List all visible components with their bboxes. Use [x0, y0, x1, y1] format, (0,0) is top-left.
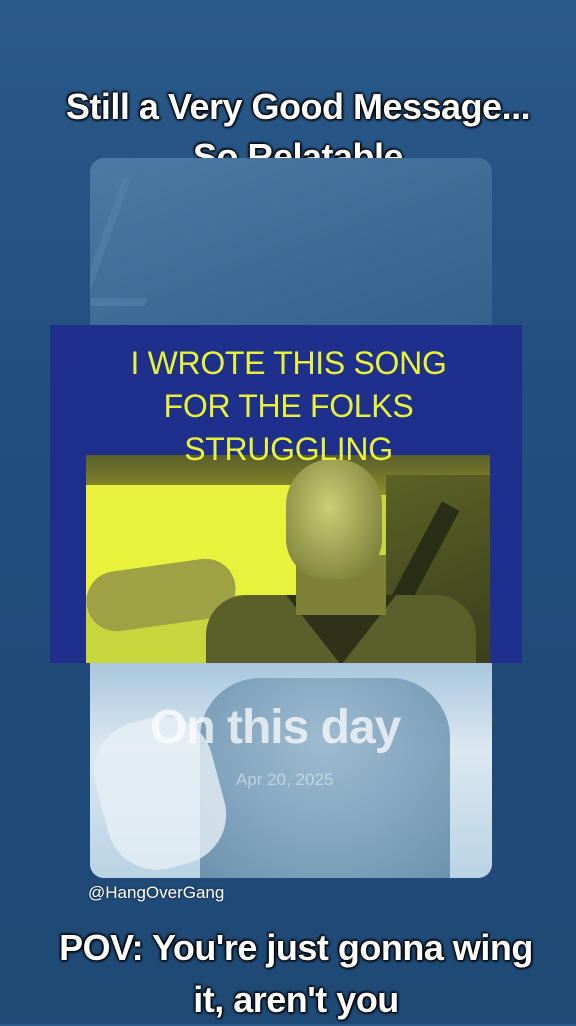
overlay-line-1: I WROTE THIS SONG	[130, 345, 447, 381]
video-thumbnail	[86, 455, 490, 663]
author-handle[interactable]: @HangOverGang	[88, 883, 224, 903]
bottom-caption-line-2: it, aren't you	[193, 979, 399, 1020]
overlay-line-3: STRUGGLING	[184, 431, 393, 467]
bottom-caption-line-1: POV: You're just gonna wing	[59, 927, 533, 968]
video-frame[interactable]: I WROTE THIS SONG FOR THE FOLKS STRUGGLI…	[50, 325, 522, 663]
video-overlay-text: I WROTE THIS SONG FOR THE FOLKS STRUGGLI…	[50, 342, 522, 471]
memory-watermark-title: On this day	[150, 701, 401, 754]
memory-watermark-date: Apr 20, 2025	[236, 770, 334, 789]
bottom-caption: POV: You're just gonna wing it, aren't y…	[0, 922, 576, 1026]
overlay-line-2: FOR THE FOLKS	[163, 388, 414, 424]
top-caption-line-1: Still a Very Good Message...	[65, 86, 531, 127]
face-image	[286, 459, 382, 579]
